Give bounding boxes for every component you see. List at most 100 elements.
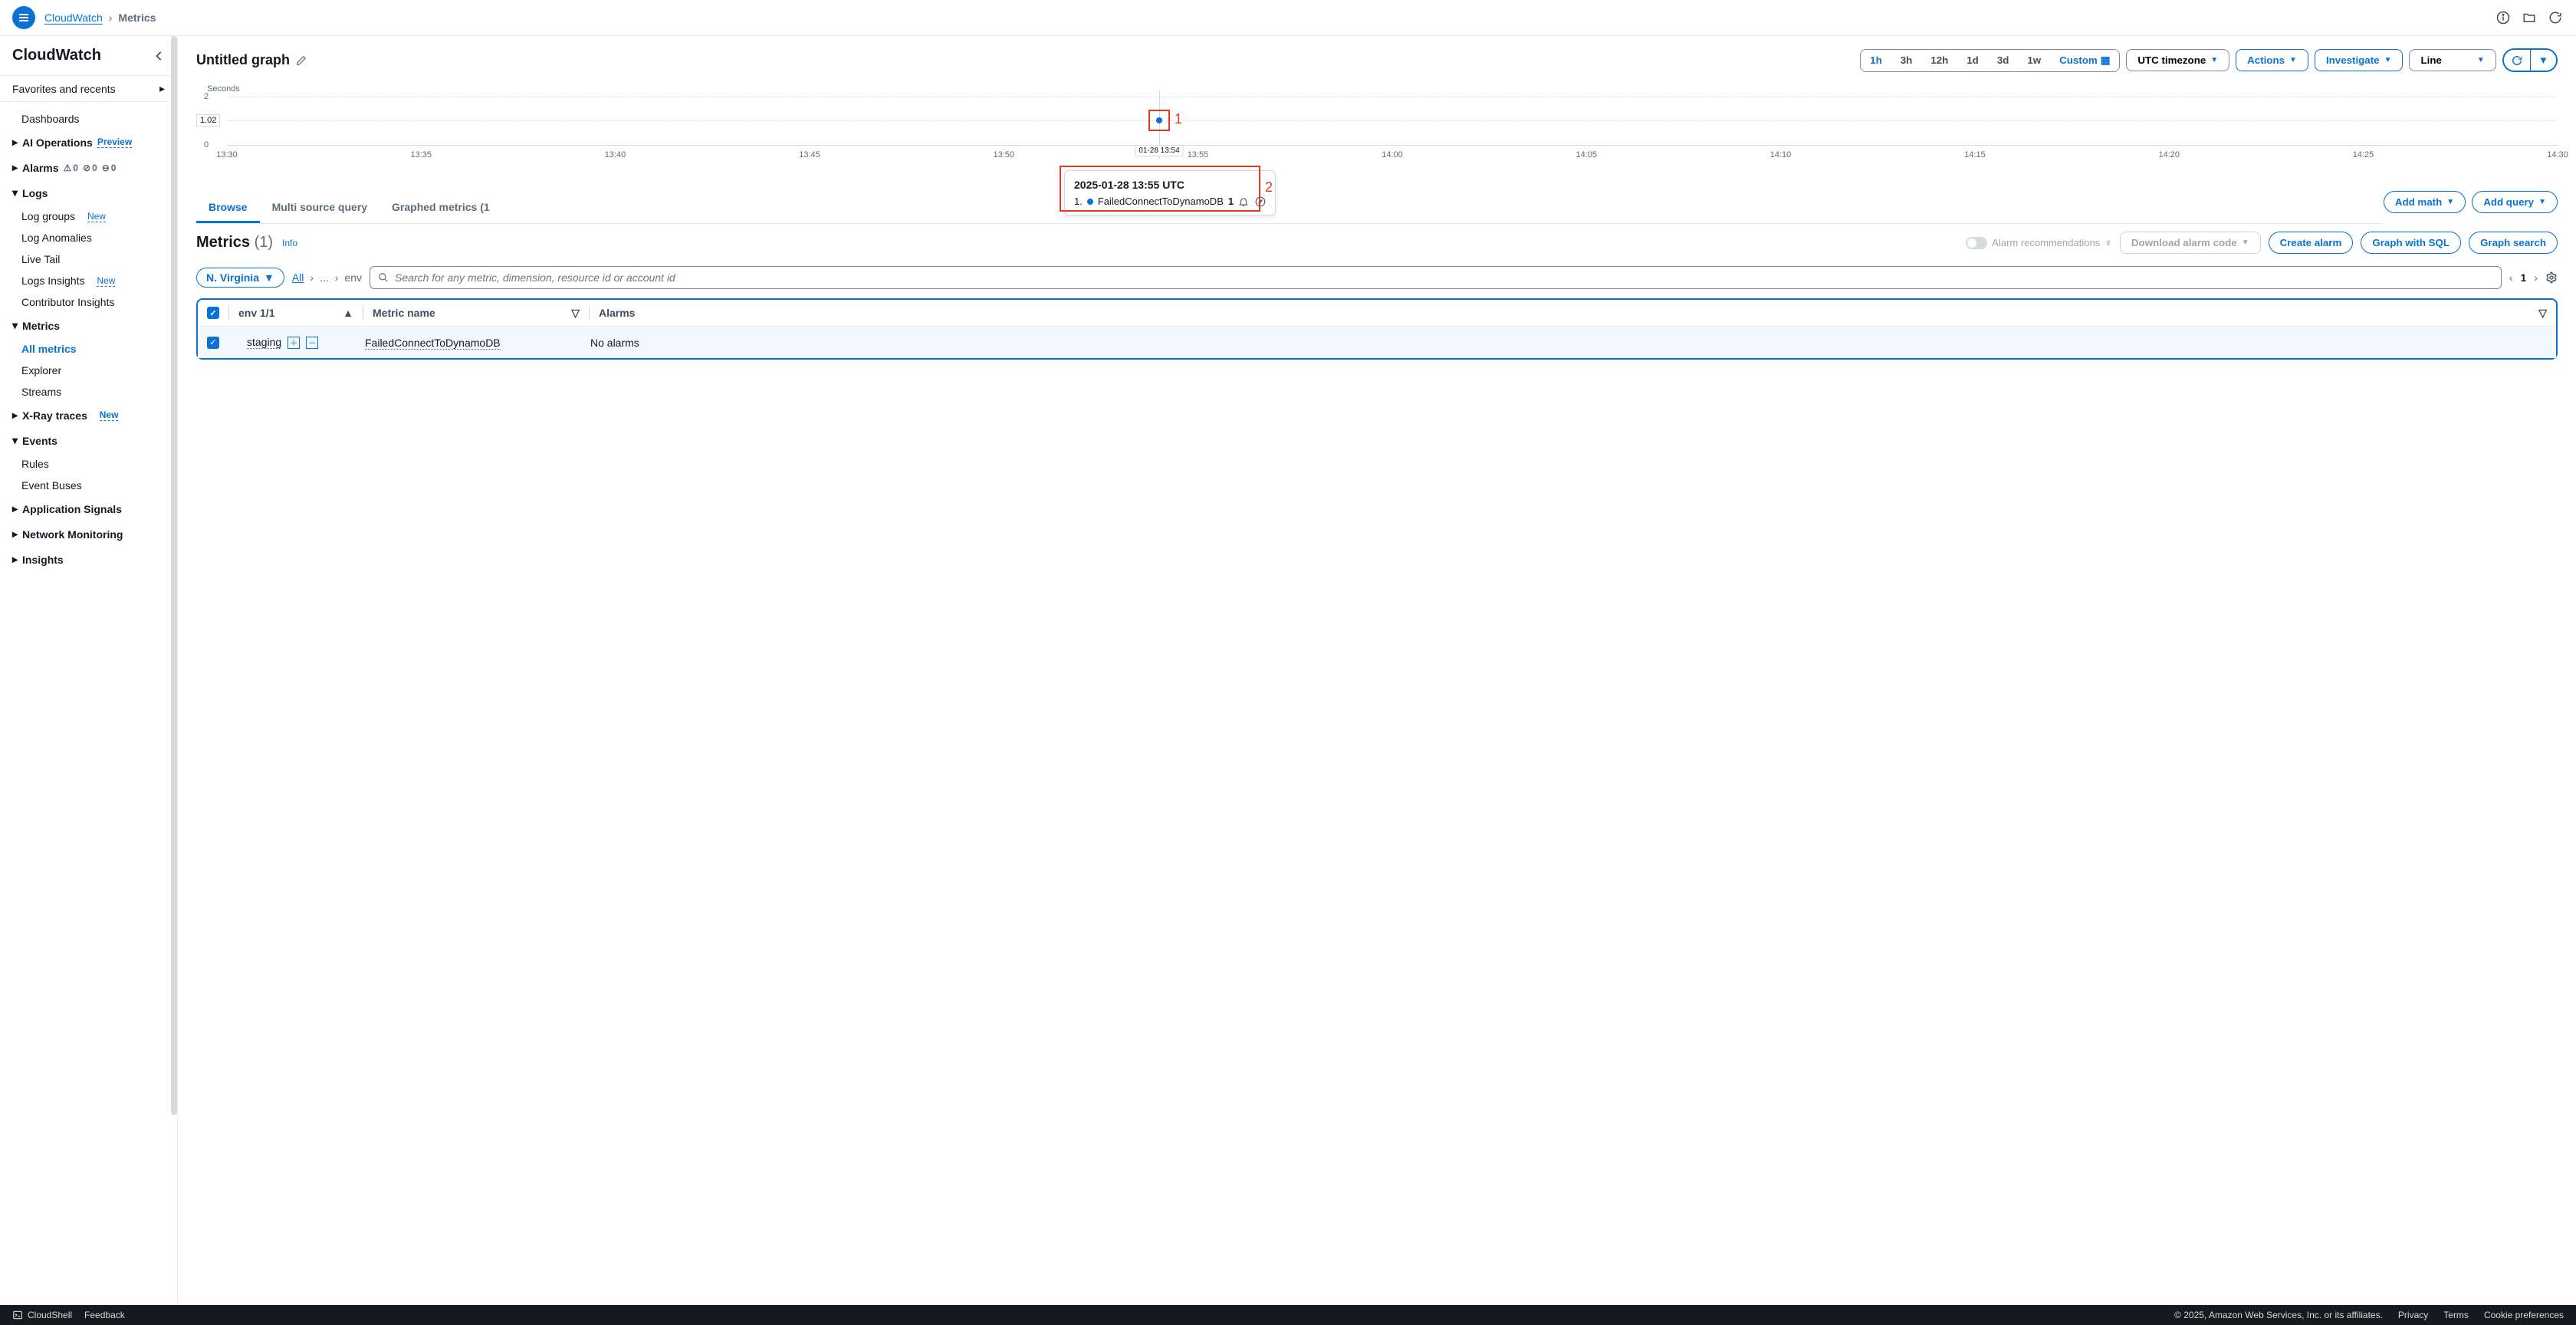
chart-xtick: 14:30 (2547, 150, 2568, 159)
sidebar-item-log-anomalies[interactable]: Log Anomalies (0, 227, 177, 248)
range-3h[interactable]: 3h (1891, 50, 1922, 71)
sidebar-group-metrics[interactable]: ▾Metrics (0, 313, 177, 338)
tab-browse[interactable]: Browse (196, 193, 260, 223)
terms-link[interactable]: Terms (2443, 1310, 2469, 1320)
chart-xtick: 14:25 (2353, 150, 2374, 159)
refresh-settings-icon[interactable] (2547, 9, 2564, 26)
metrics-table: ✓ env 1/1▲ Metric name▽ Alarms▽ ✓ stagin… (196, 298, 2558, 360)
investigate-button[interactable]: Investigate▼ (2315, 49, 2404, 71)
sidebar-group-alarms[interactable]: ▸ Alarms ⚠0 ⊘0 ⊖0 (0, 155, 177, 180)
cloudshell-button[interactable]: CloudShell (12, 1310, 72, 1320)
crumb-dots[interactable]: ... (320, 271, 329, 284)
range-3d[interactable]: 3d (1988, 50, 2019, 71)
sidebar-item-live-tail[interactable]: Live Tail (0, 248, 177, 270)
scrollbar[interactable] (171, 36, 177, 1115)
tab-graphed-metrics[interactable]: Graphed metrics (1 (380, 193, 502, 223)
add-query-button[interactable]: Add query▼ (2472, 191, 2558, 213)
calendar-icon: ▦ (2101, 54, 2111, 67)
sidebar-title: CloudWatch (12, 47, 154, 64)
chart-xtick: 13:50 (993, 150, 1014, 159)
sidebar-item-all-metrics[interactable]: All metrics (0, 338, 177, 360)
sidebar-item-log-groups[interactable]: Log groups New (0, 205, 177, 227)
chart-highlight-y: 1.02 (196, 114, 220, 127)
info-icon[interactable] (2495, 9, 2512, 26)
sidebar-group-app-signals[interactable]: ▸Application Signals (0, 496, 177, 521)
chart-plot-area[interactable]: 2 0 1.02 01-28 13:54 1 (227, 97, 2558, 146)
graph-title: Untitled graph (196, 52, 290, 68)
chart-xtick: 14:20 (2158, 150, 2180, 159)
range-1d[interactable]: 1d (1957, 50, 1988, 71)
sidebar-item-rules[interactable]: Rules (0, 453, 177, 475)
next-page-button[interactable]: › (2534, 271, 2538, 284)
region-selector[interactable]: N. Virginia▼ (196, 268, 284, 288)
col-alarms[interactable]: Alarms▽ (599, 307, 2547, 320)
sidebar-group-net-mon[interactable]: ▸Network Monitoring (0, 521, 177, 547)
breadcrumb-root[interactable]: CloudWatch (44, 12, 103, 25)
annotation-label-1: 1 (1175, 111, 1182, 127)
collapse-sidebar-button[interactable] (154, 51, 165, 61)
menu-button[interactable] (12, 6, 35, 29)
row-checkbox[interactable]: ✓ (207, 337, 219, 349)
collapse-icon[interactable]: － (306, 337, 318, 349)
range-1h[interactable]: 1h (1861, 50, 1891, 71)
chart-xtick: 13:45 (799, 150, 820, 159)
add-math-button[interactable]: Add math▼ (2384, 191, 2466, 213)
annotation-label-2: 2 (1265, 179, 1273, 196)
graph-sql-button[interactable]: Graph with SQL (2361, 232, 2461, 254)
chart-ylabel: Seconds (207, 84, 2558, 94)
actions-button[interactable]: Actions▼ (2236, 49, 2308, 71)
crumb-all[interactable]: All (292, 271, 304, 284)
create-alarm-button[interactable]: Create alarm (2269, 232, 2354, 254)
sidebar-item-dashboards[interactable]: Dashboards (0, 108, 177, 130)
col-metric[interactable]: Metric name▽ (373, 307, 580, 320)
range-12h[interactable]: 12h (1921, 50, 1957, 71)
search-box[interactable] (370, 266, 2502, 289)
timezone-selector[interactable]: UTC timezone▼ (2126, 49, 2229, 71)
range-custom[interactable]: Custom ▦ (2050, 50, 2119, 71)
chart-xtick: 14:10 (1770, 150, 1792, 159)
chart-type-selector[interactable]: Line▼ (2409, 49, 2496, 71)
download-alarm-code-button[interactable]: Download alarm code▼ (2120, 232, 2261, 254)
refresh-dropdown[interactable]: ▼ (2531, 50, 2556, 71)
col-env[interactable]: env 1/1▲ (238, 307, 353, 319)
folder-icon[interactable] (2521, 9, 2538, 26)
settings-icon[interactable] (2545, 271, 2558, 284)
caret-down-icon: ▼ (2242, 238, 2249, 247)
toggle-switch[interactable] (1966, 237, 1987, 249)
prev-page-button[interactable]: ‹ (2509, 271, 2513, 284)
table-row[interactable]: ✓ staging ＋ － FailedConnectToDynamoDB No… (198, 327, 2556, 358)
table-header: ✓ env 1/1▲ Metric name▽ Alarms▽ (198, 300, 2556, 327)
search-input[interactable] (395, 271, 2493, 284)
sidebar-item-contributor[interactable]: Contributor Insights (0, 291, 177, 313)
range-1w[interactable]: 1w (2018, 50, 2050, 71)
privacy-link[interactable]: Privacy (2398, 1310, 2428, 1320)
alarm-recommendations-toggle[interactable]: Alarm recommendations ♀ (1966, 237, 2112, 249)
sidebar-item-event-buses[interactable]: Event Buses (0, 475, 177, 496)
chart: Seconds 2 0 1.02 01-28 13:54 1 13:30 (196, 84, 2558, 161)
cell-metric[interactable]: FailedConnectToDynamoDB (365, 337, 501, 350)
sidebar-group-logs[interactable]: ▾Logs (0, 180, 177, 205)
lightbulb-icon: ♀ (2104, 237, 2112, 248)
chart-xtick: 13:40 (605, 150, 626, 159)
cookie-link[interactable]: Cookie preferences (2484, 1310, 2564, 1320)
sidebar-group-insights[interactable]: ▸Insights (0, 547, 177, 572)
graph-search-button[interactable]: Graph search (2469, 232, 2558, 254)
favorites-section[interactable]: Favorites and recents ▸ (0, 75, 177, 101)
sidebar-item-streams[interactable]: Streams (0, 381, 177, 403)
edit-title-button[interactable] (296, 55, 307, 66)
sidebar-item-logs-insights[interactable]: Logs Insights New (0, 270, 177, 291)
cell-env[interactable]: staging (247, 336, 281, 349)
caret-down-icon: ▾ (12, 434, 18, 447)
tab-multi-source[interactable]: Multi source query (260, 193, 380, 223)
sidebar-group-aiops[interactable]: ▸ AI Operations Preview (0, 130, 177, 155)
pager: ‹ 1 › (2509, 271, 2558, 284)
info-link[interactable]: Info (282, 238, 297, 248)
feedback-link[interactable]: Feedback (84, 1310, 125, 1320)
select-all-checkbox[interactable]: ✓ (207, 307, 219, 319)
sidebar-group-events[interactable]: ▾Events (0, 428, 177, 453)
sidebar-item-explorer[interactable]: Explorer (0, 360, 177, 381)
sidebar-group-xray[interactable]: ▸X-Ray traces New (0, 403, 177, 428)
expand-icon[interactable]: ＋ (288, 337, 300, 349)
refresh-button[interactable] (2504, 50, 2531, 71)
refresh-group: ▼ (2502, 48, 2558, 72)
